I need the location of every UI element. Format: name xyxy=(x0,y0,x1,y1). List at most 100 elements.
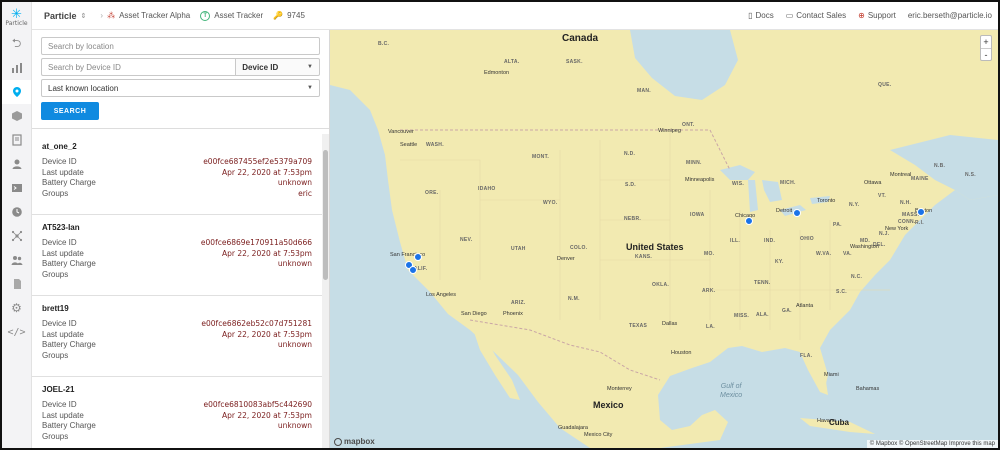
product-id: 9745 xyxy=(287,11,305,20)
particle-logo[interactable]: ✳ Particle xyxy=(2,2,31,32)
state-label: MICH. xyxy=(780,180,796,186)
device-pin[interactable] xyxy=(409,266,417,274)
state-label: N.M. xyxy=(568,296,580,302)
team-icon[interactable] xyxy=(2,248,31,272)
state-label: OHIO xyxy=(800,236,814,242)
device-pin[interactable] xyxy=(745,217,753,225)
docs-label: Docs xyxy=(755,11,774,20)
scrollbar-thumb[interactable] xyxy=(323,150,328,280)
device-id-value: e00fce6869e170911a50d666 xyxy=(200,238,312,247)
city-label: Los Angeles xyxy=(426,292,456,298)
device-card[interactable]: JOEL-21 Device ID e00fce6810083abf5c44269… xyxy=(32,377,322,448)
device-list-scrollbar[interactable] xyxy=(322,134,329,448)
device-id-label: Device ID xyxy=(42,238,77,247)
user-menu[interactable]: eric.berseth@particle.io xyxy=(908,11,992,20)
top-bar: Particle ⇕ › ⁂ Asset Tracker Alpha T Ass… xyxy=(32,2,998,30)
bar-chart-icon[interactable] xyxy=(2,56,31,80)
network-icon[interactable] xyxy=(2,224,31,248)
city-label: Ottawa xyxy=(864,180,882,186)
state-label: ARIZ. xyxy=(511,300,526,306)
state-label: NEBR. xyxy=(624,216,642,222)
province-label: QUE. xyxy=(878,82,892,88)
org-switcher[interactable]: Particle ⇕ xyxy=(32,11,86,21)
state-label: ORE. xyxy=(425,190,439,196)
device-id-label: Device ID xyxy=(42,319,77,328)
device-search-input[interactable]: Search by Device ID xyxy=(41,58,236,76)
city-label: Toronto xyxy=(817,198,836,204)
support-link[interactable]: ⊕ Support xyxy=(858,11,896,20)
device-pin[interactable] xyxy=(414,253,422,261)
user-icon[interactable] xyxy=(2,152,31,176)
last-update-label: Last update xyxy=(42,410,84,420)
back-arrow-icon[interactable]: ⮌ xyxy=(2,32,31,56)
zoom-controls: + - xyxy=(980,35,992,61)
device-id-label: Device ID xyxy=(42,400,77,409)
state-label: S.D. xyxy=(625,182,636,188)
device-card[interactable]: AT523-Ian Device ID e00fce6869e170911a50d… xyxy=(32,215,322,296)
state-label: ILL. xyxy=(730,238,741,244)
state-label: OKLA. xyxy=(652,282,670,288)
state-label: WYO. xyxy=(543,200,558,206)
breadcrumb-product[interactable]: ⁂ Asset Tracker Alpha xyxy=(107,11,190,20)
device-panel: Search by location Search by Device ID D… xyxy=(32,30,330,448)
city-label: Vancouver xyxy=(388,129,414,135)
province-label: B.C. xyxy=(378,41,390,47)
country-label-united-states: United States xyxy=(626,242,684,252)
code-icon[interactable]: </> xyxy=(2,320,31,344)
groups-value: eric xyxy=(298,188,312,198)
state-label: LA. xyxy=(706,324,715,330)
location-search-input[interactable]: Search by location xyxy=(41,37,320,55)
device-id-value: e00fce6810083abf5c442690 xyxy=(203,400,312,409)
last-update-value: Apr 22, 2020 at 7:53pm xyxy=(222,248,312,258)
map-attribution[interactable]: © Mapbox © OpenStreetMap Improve this ma… xyxy=(866,440,998,448)
zoom-out-button[interactable]: - xyxy=(981,48,991,60)
fleet-name: Asset Tracker xyxy=(214,11,264,20)
cube-icon[interactable] xyxy=(2,104,31,128)
device-card[interactable]: brett19 Device ID e00fce6862eb52c07d75128… xyxy=(32,296,322,377)
contact-sales-link[interactable]: ▭ Contact Sales xyxy=(786,11,846,20)
state-label: UTAH xyxy=(511,246,526,252)
state-label: MONT. xyxy=(532,154,550,160)
zoom-in-button[interactable]: + xyxy=(981,36,991,48)
city-label: Seattle xyxy=(400,142,418,148)
province-label: ONT. xyxy=(682,122,695,128)
sim-card-icon[interactable] xyxy=(2,272,31,296)
search-form: Search by location Search by Device ID D… xyxy=(32,30,329,129)
mapbox-logo-text: mapbox xyxy=(344,437,375,446)
battery-label: Battery Charge xyxy=(42,340,96,349)
state-label: N.D. xyxy=(624,151,636,157)
mapbox-logo[interactable]: mapbox xyxy=(334,437,375,446)
battery-value: unknown xyxy=(277,259,312,268)
document-icon[interactable] xyxy=(2,128,31,152)
state-label: GA. xyxy=(782,308,792,314)
state-label: MAINE xyxy=(911,176,929,182)
docs-link[interactable]: ▯ Docs xyxy=(748,11,774,20)
device-pin[interactable] xyxy=(917,208,925,216)
province-label: MAN. xyxy=(637,88,651,94)
device-card[interactable]: at_one_2 Device ID e00fce687455ef2e5379a7… xyxy=(32,134,322,215)
mapbox-icon xyxy=(334,437,342,446)
map-pin-icon[interactable] xyxy=(2,80,31,104)
chat-icon: ▭ xyxy=(785,11,794,20)
location-mode-select[interactable]: Last known location ▼ xyxy=(41,79,320,97)
city-label: Guadalajara xyxy=(558,425,588,431)
city-label: Houston xyxy=(671,350,692,356)
terminal-icon[interactable] xyxy=(2,176,31,200)
clock-icon[interactable] xyxy=(2,200,31,224)
groups-label: Groups xyxy=(42,188,69,198)
groups-label: Groups xyxy=(42,350,69,360)
groups-label: Groups xyxy=(42,431,69,441)
app-window: ✳ Particle ⮌ ⚙ </> Particle ⇕ › ⁂ Asset … xyxy=(0,0,1000,450)
city-label: San Diego xyxy=(461,311,487,317)
state-label: MINN. xyxy=(686,160,702,166)
breadcrumb-product-id[interactable]: 🔑 9745 xyxy=(273,11,305,20)
device-pin[interactable] xyxy=(793,209,801,217)
search-button[interactable]: SEARCH xyxy=(41,102,99,120)
device-name: at_one_2 xyxy=(42,142,77,151)
device-filter-select[interactable]: Device ID ▼ xyxy=(235,58,320,76)
gear-icon[interactable]: ⚙ xyxy=(2,296,31,320)
breadcrumb-fleet[interactable]: T Asset Tracker xyxy=(200,10,264,21)
battery-label: Battery Charge xyxy=(42,421,96,430)
state-label: TENN. xyxy=(754,280,771,286)
map-view[interactable]: Canada United States Mexico Cuba Gulf of… xyxy=(330,30,998,448)
